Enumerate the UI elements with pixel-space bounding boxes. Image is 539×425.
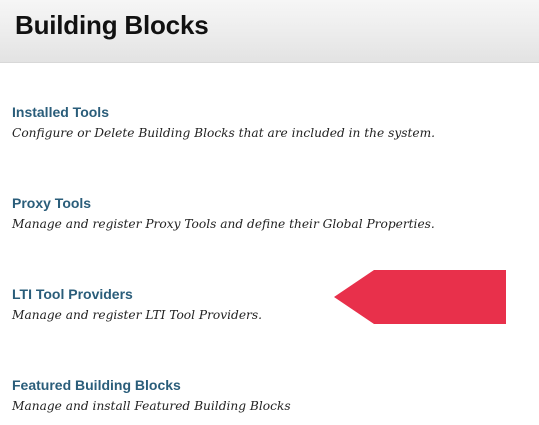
page-header: Building Blocks <box>0 0 539 63</box>
proxy-tools-description: Manage and register Proxy Tools and defi… <box>12 217 435 231</box>
tool-item-proxy-tools: Proxy Tools Manage and register Proxy To… <box>12 194 532 233</box>
page-title: Building Blocks <box>15 10 209 40</box>
featured-building-blocks-description: Manage and install Featured Building Blo… <box>12 399 291 413</box>
installed-tools-link[interactable]: Installed Tools <box>12 103 532 121</box>
annotation-arrow-icon <box>334 270 506 324</box>
featured-building-blocks-link[interactable]: Featured Building Blocks <box>12 376 532 394</box>
tool-item-installed-tools: Installed Tools Configure or Delete Buil… <box>12 103 532 142</box>
installed-tools-description: Configure or Delete Building Blocks that… <box>12 126 436 140</box>
page: Building Blocks Installed Tools Configur… <box>0 0 539 425</box>
tool-item-featured-building-blocks: Featured Building Blocks Manage and inst… <box>12 376 532 415</box>
proxy-tools-link[interactable]: Proxy Tools <box>12 194 532 212</box>
